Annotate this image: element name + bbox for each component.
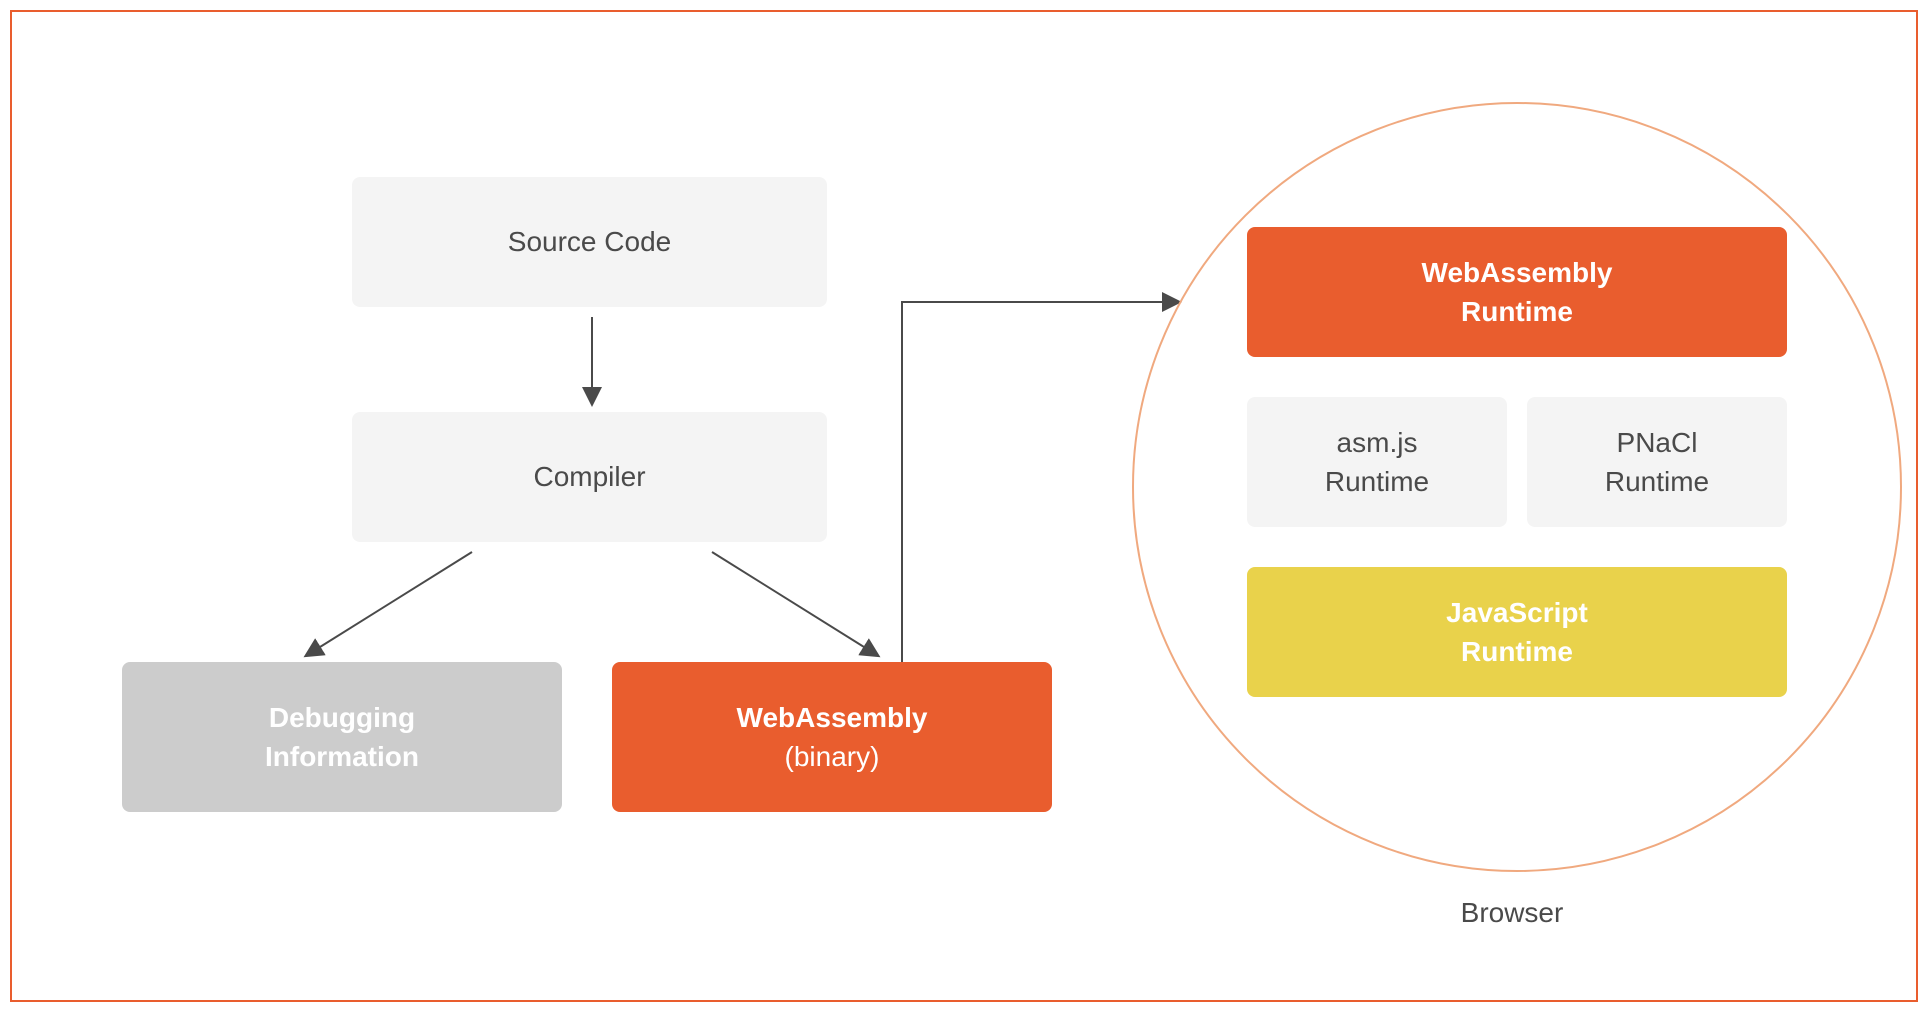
- debugging-label-line1: Debugging: [269, 698, 415, 737]
- arrow-compiler-to-debugging: [292, 547, 492, 667]
- arrow-source-to-compiler: [577, 312, 607, 412]
- js-runtime-label-line2: Runtime: [1461, 632, 1573, 671]
- js-runtime-label-line1: JavaScript: [1446, 593, 1588, 632]
- compiler-label: Compiler: [533, 457, 645, 496]
- pnacl-runtime-label-line2: Runtime: [1605, 462, 1709, 501]
- pnacl-runtime-box: PNaCl Runtime: [1527, 397, 1787, 527]
- webassembly-binary-box: WebAssembly (binary): [612, 662, 1052, 812]
- asmjs-runtime-box: asm.js Runtime: [1247, 397, 1507, 527]
- webassembly-runtime-box: WebAssembly Runtime: [1247, 227, 1787, 357]
- asmjs-runtime-label-line1: asm.js: [1337, 423, 1418, 462]
- wasm-runtime-label-line1: WebAssembly: [1422, 253, 1613, 292]
- debugging-info-box: Debugging Information: [122, 662, 562, 812]
- compiler-box: Compiler: [352, 412, 827, 542]
- wasm-runtime-label-line2: Runtime: [1461, 292, 1573, 331]
- pnacl-runtime-label-line1: PNaCl: [1617, 423, 1698, 462]
- javascript-runtime-box: JavaScript Runtime: [1247, 567, 1787, 697]
- debugging-label-line2: Information: [265, 737, 419, 776]
- webassembly-label-line2: (binary): [785, 737, 880, 776]
- browser-label: Browser: [1412, 897, 1612, 929]
- webassembly-label-line1: WebAssembly: [737, 698, 928, 737]
- diagram-frame: Source Code Compiler Debuggi: [10, 10, 1918, 1002]
- asmjs-runtime-label-line2: Runtime: [1325, 462, 1429, 501]
- source-code-label: Source Code: [508, 222, 671, 261]
- arrow-compiler-to-webassembly: [692, 547, 892, 667]
- source-code-box: Source Code: [352, 177, 827, 307]
